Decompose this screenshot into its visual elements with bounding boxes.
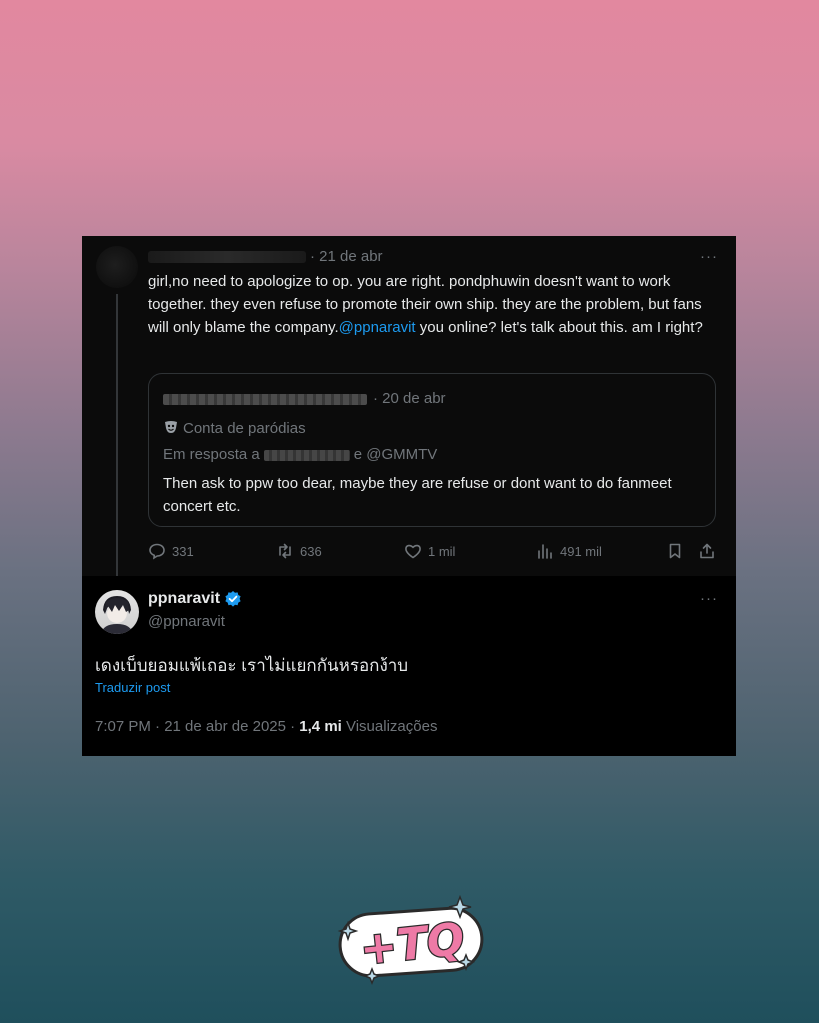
avatar-blurred[interactable] [96, 246, 138, 288]
parody-label: Conta de paródias [183, 420, 306, 437]
quote-header: · 20 de abr [163, 390, 446, 407]
theater-mask-icon [165, 421, 177, 433]
translate-post-link[interactable]: Traduzir post [95, 680, 170, 695]
logo-text: +TQ [358, 914, 467, 976]
screenshot-card: · 21 de abr ··· girl,no need to apologiz… [82, 236, 736, 756]
reply-button[interactable]: 331 [148, 542, 194, 560]
tweet-meta: 7:07 PM · 21 de abr de 2025 · 1,4 mi Vis… [95, 718, 437, 735]
tweet-date[interactable]: · 21 de abr [310, 248, 383, 265]
like-button[interactable]: 1 mil [404, 542, 455, 560]
display-name-text: ppnaravit [148, 590, 221, 607]
bar-chart-icon [538, 544, 552, 559]
tweet-text: เดงเบ็บยอมแพ้เถอะ เราไม่แยกกันหรอกง้าบ [95, 656, 409, 675]
bookmark-button[interactable] [666, 542, 684, 560]
quoted-tweet[interactable]: · 20 de abr Conta de paródias Em respost… [148, 373, 716, 527]
user-handle[interactable]: @ppnaravit [148, 613, 225, 630]
reply-icon [149, 543, 165, 560]
views-button[interactable]: 491 mil [536, 542, 602, 560]
reply-suffix: e @GMMTV [353, 446, 438, 463]
share-button[interactable] [698, 542, 716, 560]
mention-link[interactable]: @ppnaravit [339, 319, 416, 336]
main-tweet[interactable]: ppnaravit @ppnaravit ··· เดงเบ็บยอมแพ้เถ… [82, 576, 736, 756]
thread-line [116, 294, 118, 584]
verified-badge-icon [225, 591, 241, 607]
quote-date: · 20 de abr [373, 390, 446, 407]
reply-prefix: Em resposta a [163, 446, 260, 463]
action-bar: 331 636 1 mil 491 mil [148, 542, 722, 564]
repost-button[interactable]: 636 [276, 542, 322, 560]
tweet-text-part: you online? let's talk about this. am I … [415, 319, 703, 336]
blurred-reply-handle [263, 449, 350, 461]
more-options-button[interactable]: ··· [700, 590, 718, 607]
repost-icon [279, 543, 291, 559]
repost-count: 636 [300, 543, 322, 559]
display-name[interactable]: ppnaravit [148, 590, 242, 608]
like-count: 1 mil [428, 543, 456, 559]
share-icon [700, 543, 714, 559]
reply-count: 331 [172, 543, 194, 559]
views-count: 1,4 mi [299, 718, 342, 735]
blurred-username [148, 251, 306, 264]
brand-logo: +TQ [334, 893, 490, 986]
parody-badge: Conta de paródias [163, 419, 306, 437]
reply-context: Em resposta a e @GMMTV [163, 446, 437, 463]
tweet-timestamp[interactable]: 7:07 PM · 21 de abr de 2025 · [95, 718, 299, 735]
tweet-header: · 21 de abr [148, 248, 383, 265]
quote-text: Then ask to ppw too dear, maybe they are… [163, 475, 672, 515]
avatar-illustration [101, 596, 133, 634]
blurred-quote-name [163, 393, 367, 405]
tweet-reply[interactable]: · 21 de abr ··· girl,no need to apologiz… [82, 236, 736, 584]
bookmark-icon [669, 543, 681, 559]
more-options-button[interactable]: ··· [700, 248, 718, 265]
heart-icon [405, 544, 421, 559]
avatar[interactable] [95, 590, 139, 634]
views-count: 491 mil [560, 543, 602, 559]
tweet-text: girl,no need to apologize to op. you are… [148, 270, 720, 339]
views-label: Visualizações [341, 718, 438, 735]
